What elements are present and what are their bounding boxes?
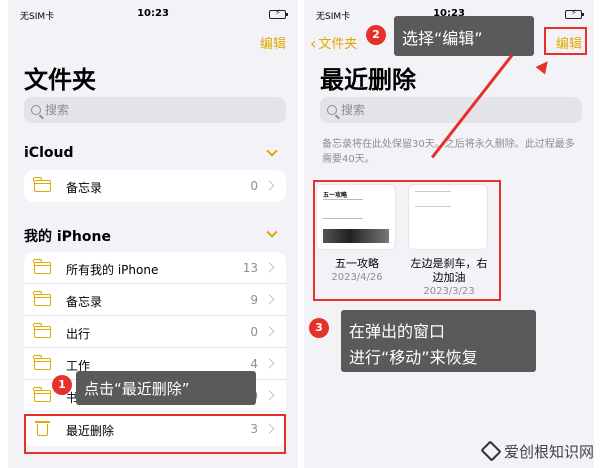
folder-icon [33,291,51,306]
step2-text: 选择“编辑” [402,29,483,48]
folder-label: 备忘录 [66,181,103,195]
back-button[interactable]: ‹ 文件夹 [310,33,357,53]
folder-icon [33,177,51,192]
chevron-right-icon [264,180,275,191]
folders-screen: 无SIM卡 10:23 ⚡ 编辑 文件夹 搜索 iCloud 备忘录 0 我的 … [8,0,298,468]
chevron-right-icon [264,358,275,369]
step2-tooltip: 选择“编辑” [394,16,534,56]
section-header-icloud[interactable]: iCloud [24,145,73,161]
search-placeholder: 搜索 [45,103,70,117]
watermark-logo-icon [480,444,500,460]
search-icon [31,105,41,115]
search-input[interactable]: 搜索 [320,97,582,123]
highlight-box [24,414,286,454]
recently-deleted-screen: 无SIM卡 10:23 ⚡ ‹ 文件夹 编辑 最近删除 搜索 备忘录将在此处保留3… [304,0,594,468]
step3-tooltip: 在弹出的窗口 进行“移动”来恢复 [341,310,536,372]
step1-text: 点击“最近删除” [84,380,190,398]
retention-info: 备忘录将在此处保留30天。之后将永久删除。此过程最多需要40天。 [322,139,575,165]
chevron-right-icon [264,262,275,273]
status-bar: 无SIM卡 10:23 ⚡ [20,8,288,23]
chevron-right-icon [264,390,275,401]
battery-icon: ⚡ [565,9,584,19]
back-label: 文件夹 [318,37,358,52]
page-title: 文件夹 [24,66,96,94]
folder-label: 所有我的 iPhone [66,263,159,277]
search-icon [327,105,337,115]
step3-line2: 进行“移动”来恢复 [349,348,478,367]
folder-icon [33,323,51,338]
highlight-box [544,27,587,55]
step1-badge: 1 [52,375,72,395]
watermark: 爱创根知识网 [480,441,594,462]
chevron-left-icon: ‹ [310,34,317,53]
arrowhead-icon [535,57,553,75]
search-placeholder: 搜索 [341,103,366,117]
watermark-text: 爱创根知识网 [503,443,594,461]
step1-tooltip: 点击“最近删除” [76,371,256,405]
folder-label: 备忘录 [66,295,103,309]
folder-row[interactable]: 所有我的 iPhone 13 [24,252,286,284]
folder-count: 0 [250,179,258,193]
edit-button[interactable]: 编辑 [260,33,286,52]
folder-count: 4 [250,357,258,371]
icloud-folder-list: 备忘录 0 [24,170,286,202]
highlight-box [313,180,501,301]
page-title: 最近删除 [320,66,416,94]
chevron-right-icon [264,294,275,305]
step3-badge: 3 [309,318,329,338]
battery-icon: ⚡ [269,9,288,19]
folder-row[interactable]: 出行 0 [24,316,286,348]
chevron-right-icon [264,326,275,337]
folder-icon [33,355,51,370]
section-header-iphone[interactable]: 我的 iPhone [24,226,111,246]
folder-count: 0 [250,325,258,339]
folder-label: 出行 [66,327,91,341]
chevron-down-icon[interactable] [266,226,278,238]
chevron-down-icon[interactable] [266,145,278,157]
folder-count: 9 [250,293,258,307]
folder-icon [33,387,51,402]
folder-icon [33,259,51,274]
folder-row[interactable]: 备忘录 9 [24,284,286,316]
folder-count: 13 [242,261,258,275]
folder-row[interactable]: 备忘录 0 [24,170,286,202]
search-input[interactable]: 搜索 [24,97,286,123]
step3-line1: 在弹出的窗口 [349,322,446,341]
step2-badge: 2 [366,25,386,45]
clock: 10:23 [137,8,169,19]
